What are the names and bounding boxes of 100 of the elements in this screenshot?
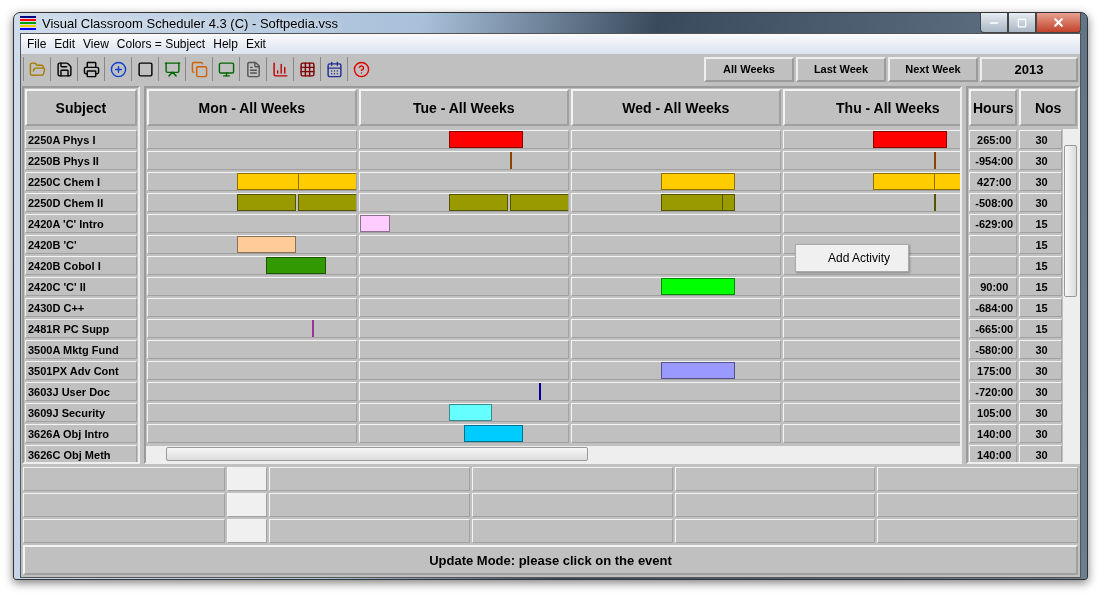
day-slot[interactable] [358,424,569,443]
menu-item[interactable]: Colors = Subject [112,37,210,51]
monitor-icon[interactable] [217,60,235,78]
print-icon[interactable] [82,60,100,78]
help-icon[interactable] [352,60,370,78]
maximize-button[interactable] [1008,13,1036,33]
count-cell: 15 [1019,214,1062,233]
activity-block[interactable] [933,152,936,169]
count-cell: 30 [1019,382,1062,401]
status-bar: Update Mode: please click on the event [23,545,1078,575]
menu-item[interactable]: Help [209,37,242,51]
presenter-icon[interactable] [163,60,181,78]
column-header: Nos [1019,89,1077,126]
window-icon[interactable] [136,60,154,78]
hours-cell: -684:00 [969,298,1018,317]
hours-cell: 175:00 [969,361,1018,380]
day-slot[interactable] [570,277,781,296]
count-cell: 15 [1019,298,1062,317]
subject-cell[interactable]: 3626C Obj Meth [25,445,137,462]
hours-cell: -720:00 [969,382,1018,401]
day-slot[interactable] [782,172,961,191]
hours-cell [969,256,1018,275]
folder-icon[interactable] [28,60,46,78]
day-header: Wed - All Weeks [570,89,781,126]
count-cell: 30 [1019,403,1062,422]
horizontal-scrollbar[interactable] [145,446,961,462]
subject-cell[interactable]: 2420A 'C' Intro [25,214,137,233]
count-cell: 30 [1019,193,1062,212]
subject-cell[interactable]: 3626A Obj Intro [25,424,137,443]
menu-item[interactable]: File [23,37,51,51]
hours-cell: 427:00 [969,172,1018,191]
activity-block[interactable] [312,320,315,337]
add-icon[interactable] [109,60,127,78]
day-slot[interactable] [146,256,357,275]
year-field[interactable]: 2013 [980,56,1078,82]
column-header: Subject [25,89,137,126]
hours-cell: 105:00 [969,403,1018,422]
grid-icon[interactable] [298,60,316,78]
day-slot[interactable] [358,214,569,233]
bar-chart-icon[interactable] [271,60,289,78]
activity-block[interactable] [933,194,936,211]
day-slot[interactable] [358,130,569,149]
activity-block[interactable] [359,215,390,232]
count-cell: 30 [1019,361,1062,380]
hours-cell: -629:00 [969,214,1018,233]
close-icon [1052,16,1065,29]
hours-cell: -580:00 [969,340,1018,359]
subject-cell[interactable]: 3609J Security [25,403,137,422]
column-header: Hours [969,89,1018,126]
count-cell: 30 [1019,424,1062,443]
activity-block[interactable] [538,383,541,400]
document-icon[interactable] [244,60,262,78]
hours-cell: -954:00 [969,151,1018,170]
count-cell: 15 [1019,319,1062,338]
subject-cell[interactable]: 3500A Mktg Fund [25,340,137,359]
day-header: Thu - All Weeks [782,89,961,126]
count-cell: 30 [1019,151,1062,170]
activity-block[interactable] [509,152,512,169]
menu-item[interactable]: View [79,37,113,51]
maximize-icon [1017,17,1027,28]
count-cell: 15 [1019,235,1062,254]
day-slot[interactable] [570,361,781,380]
grid-cell [227,493,267,517]
count-cell: 15 [1019,256,1062,275]
count-cell: 30 [1019,172,1062,191]
subject-cell[interactable]: 2420C 'C' II [25,277,137,296]
save-icon[interactable] [55,60,73,78]
subject-cell[interactable]: 3501PX Adv Cont [25,361,137,380]
app-icon [20,16,36,30]
week-button[interactable]: All Weeks [704,56,794,82]
hours-cell: 140:00 [969,424,1018,443]
subject-cell[interactable]: 2250D Chem II [25,193,137,212]
day-slot[interactable] [782,130,961,149]
minimize-button[interactable] [980,13,1008,33]
close-button[interactable] [1036,13,1081,33]
subject-cell[interactable]: 2481R PC Supp [25,319,137,338]
week-button[interactable]: Next Week [888,56,978,82]
subject-cell[interactable]: 2430D C++ [25,298,137,317]
menu-entry[interactable]: Add Activity [828,251,891,265]
activity-block[interactable] [449,404,492,421]
menu-item[interactable]: Edit [50,37,80,51]
day-slot[interactable] [146,235,357,254]
subject-cell[interactable]: 2250B Phys II [25,151,137,170]
subject-cell[interactable]: 2420B 'C' [25,235,137,254]
subject-cell[interactable]: 2250C Chem I [25,172,137,191]
hours-cell: 90:00 [969,277,1018,296]
menu-item[interactable]: Exit [241,37,270,51]
day-slot[interactable] [570,172,781,191]
count-cell: 30 [1019,340,1062,359]
subject-cell[interactable]: 2420B Cobol I [25,256,137,275]
vertical-scrollbar[interactable] [1063,129,1078,462]
hours-cell: 140:00 [969,445,1018,462]
copy-icon[interactable] [190,60,208,78]
subject-cell[interactable]: 2250A Phys I [25,130,137,149]
hours-cell: -665:00 [969,319,1018,338]
week-button[interactable]: Last Week [796,56,886,82]
hours-cell: -508:00 [969,193,1018,212]
calendar-icon[interactable] [325,60,343,78]
subject-cell[interactable]: 3603J User Doc [25,382,137,401]
hours-cell: 265:00 [969,130,1018,149]
